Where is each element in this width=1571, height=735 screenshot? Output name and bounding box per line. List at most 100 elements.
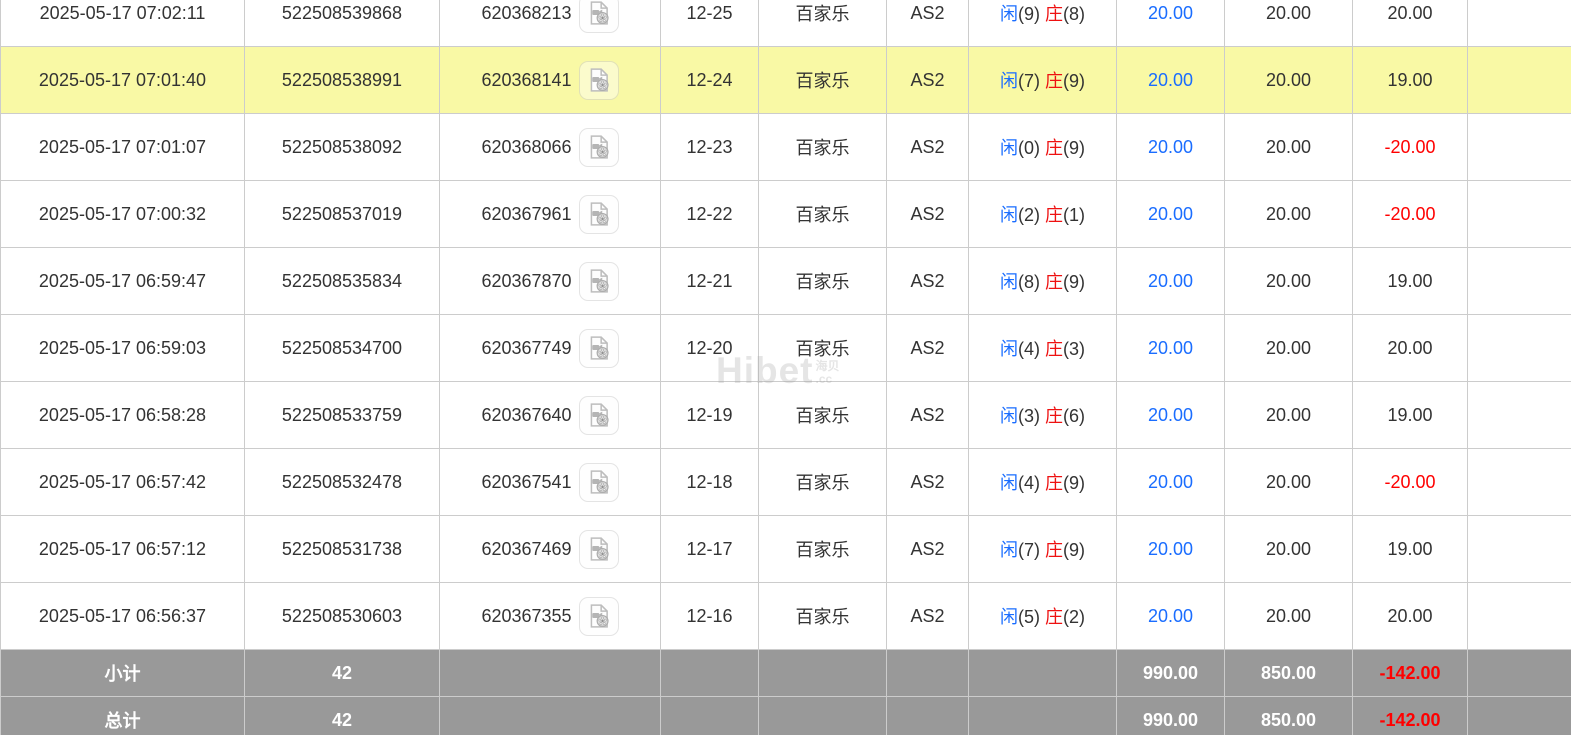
bet-amount-link[interactable]: 20.00 [1148,3,1193,23]
video-replay-icon [590,1,609,25]
video-replay-icon [590,336,609,360]
round-id-text: 620367870 [481,270,572,291]
cell-round-id: 620367355 [439,582,661,650]
banker-result-points: (9) [1063,138,1085,158]
summary-valid-total: 850.00 [1224,649,1353,697]
video-replay-button[interactable] [578,60,619,100]
cell-win-loss: -20.00 [1352,180,1468,248]
cell-valid-amount: 20.00 [1224,0,1353,47]
cell-bet-time: 2025-05-17 06:57:42 [0,448,245,516]
player-result-label: 闲 [999,540,1018,560]
cell-round-id: 620367469 [439,515,661,583]
banker-result-label: 庄 [1045,473,1063,493]
player-result-points: (7) [1017,71,1040,91]
table-row: 2025-05-17 07:01:07 522508538092 6203680… [0,113,1571,181]
bet-amount-link[interactable]: 20.00 [1148,539,1193,559]
cell-empty [1467,46,1571,114]
bet-amount-link[interactable]: 20.00 [1148,338,1193,358]
cell-game-type: 百家乐 [758,314,887,382]
cell-round-id: 620368066 [439,113,661,181]
cell-bet-time: 2025-05-17 06:57:12 [0,515,245,583]
cell-game-type: 百家乐 [758,180,887,248]
table-row: 2025-05-17 07:01:40 522508538991 6203681… [0,46,1571,114]
bet-amount-link[interactable]: 20.00 [1148,70,1193,90]
video-replay-button[interactable] [578,529,619,569]
cell-empty [1467,448,1571,516]
banker-result-label: 庄 [1045,406,1063,426]
summary-win-loss-total: -142.00 [1352,696,1468,735]
banker-result-points: (9) [1063,272,1085,292]
video-replay-button[interactable] [578,462,619,502]
cell-bet-amount: 20.00 [1116,46,1225,114]
summary-empty [439,649,661,697]
cell-empty [1467,113,1571,181]
bet-amount-link[interactable]: 20.00 [1148,204,1193,224]
cell-round-number: 12-18 [660,448,759,516]
summary-empty [886,649,969,697]
cell-game-type: 百家乐 [758,515,887,583]
cell-round-id: 620367640 [439,381,661,449]
bet-amount-link[interactable]: 20.00 [1148,606,1193,626]
summary-count: 42 [244,649,440,697]
cell-bet-id: 522508535834 [244,247,440,315]
video-replay-button[interactable] [578,596,619,636]
summary-empty [660,696,759,735]
cell-bet-id: 522508538991 [244,46,440,114]
round-id-text: 620367961 [481,203,572,224]
summary-label: 小计 [0,649,245,697]
cell-bet-id: 522508539868 [244,0,440,47]
bet-amount-link[interactable]: 20.00 [1148,137,1193,157]
cell-win-loss: 20.00 [1352,0,1468,47]
video-replay-button[interactable] [578,0,619,33]
video-replay-button[interactable] [578,328,619,368]
cell-table-code: AS2 [886,46,969,114]
player-result-label: 闲 [999,138,1018,158]
cell-win-loss: 19.00 [1352,46,1468,114]
video-replay-icon [590,269,609,293]
bet-amount-link[interactable]: 20.00 [1148,405,1193,425]
player-result-label: 闲 [999,71,1018,91]
bet-amount-link[interactable]: 20.00 [1148,472,1193,492]
player-result-points: (9) [1017,4,1040,24]
summary-row: 小计 42 990.00 850.00 -142.00 [0,649,1571,697]
player-result-label: 闲 [999,607,1018,627]
cell-bet-time: 2025-05-17 06:59:03 [0,314,245,382]
cell-round-number: 12-20 [660,314,759,382]
table-row: 2025-05-17 06:59:03 522508534700 6203677… [0,314,1571,382]
video-replay-icon [590,470,609,494]
player-result-points: (8) [1017,272,1040,292]
banker-result-points: (9) [1063,473,1085,493]
summary-empty [439,696,661,735]
cell-table-code: AS2 [886,314,969,382]
cell-game-result: 闲(7) 庄(9) [968,46,1117,114]
banker-result-points: (9) [1063,540,1085,560]
cell-bet-amount: 20.00 [1116,113,1225,181]
cell-bet-id: 522508530603 [244,582,440,650]
cell-empty [1467,247,1571,315]
round-id-text: 620367640 [481,404,572,425]
video-replay-button[interactable] [578,261,619,301]
summary-bet-total: 990.00 [1116,696,1225,735]
cell-table-code: AS2 [886,515,969,583]
cell-bet-id: 522508534700 [244,314,440,382]
video-replay-button[interactable] [578,194,619,234]
bet-amount-link[interactable]: 20.00 [1148,271,1193,291]
video-replay-button[interactable] [578,127,619,167]
banker-result-label: 庄 [1045,205,1063,225]
video-replay-icon [590,202,609,226]
cell-bet-time: 2025-05-17 06:56:37 [0,582,245,650]
cell-valid-amount: 20.00 [1224,180,1353,248]
cell-bet-id: 522508533759 [244,381,440,449]
banker-result-label: 庄 [1045,540,1063,560]
video-replay-button[interactable] [578,395,619,435]
cell-bet-amount: 20.00 [1116,247,1225,315]
summary-label: 总计 [0,696,245,735]
cell-game-type: 百家乐 [758,381,887,449]
cell-bet-amount: 20.00 [1116,0,1225,47]
cell-round-number: 12-25 [660,0,759,47]
banker-result-label: 庄 [1045,138,1063,158]
bet-records-screen: Hibet 海贝 .cc 2025-05-17 07:02:11 5225085… [0,0,1571,735]
banker-result-points: (9) [1063,71,1085,91]
cell-game-type: 百家乐 [758,113,887,181]
cell-game-result: 闲(2) 庄(1) [968,180,1117,248]
